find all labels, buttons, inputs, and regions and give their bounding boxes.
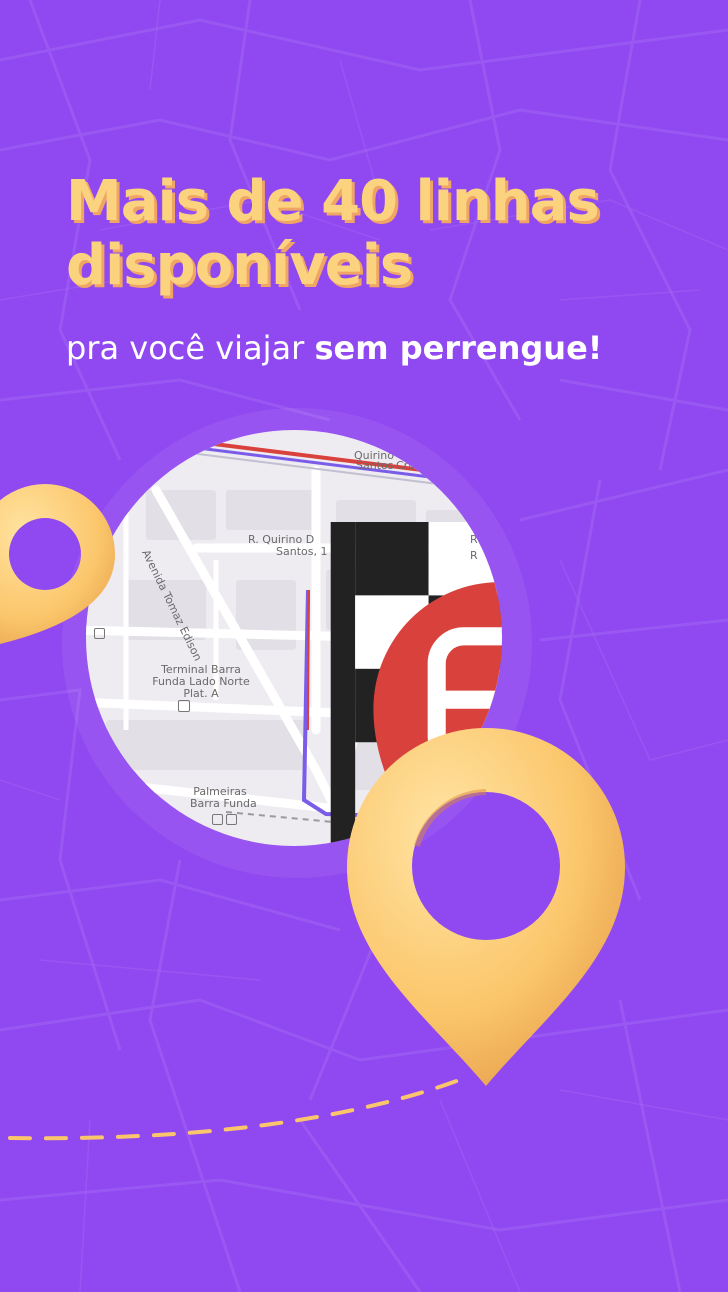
location-pin-icon (0, 484, 115, 644)
location-pin-icon (347, 728, 625, 1086)
